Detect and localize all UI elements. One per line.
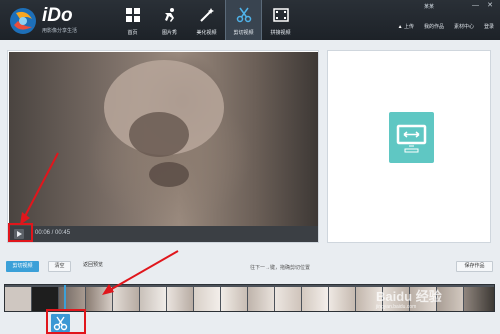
watermark-main: Baidu 经验	[376, 289, 442, 304]
brand-tagline: 用影像分享生活	[42, 28, 78, 34]
baidu-watermark: Baidu 经验 jingyan.baidu.com	[376, 286, 442, 310]
film-frame[interactable]	[59, 287, 85, 311]
brand-name: iDo	[42, 5, 73, 26]
clear-button[interactable]: 清空	[48, 261, 71, 272]
nav-label: 图片秀	[161, 30, 177, 36]
back-preview-button[interactable]: 返回预览	[78, 261, 108, 272]
annotation-box-play	[8, 223, 33, 242]
my-works-link[interactable]: 我的作品	[424, 23, 444, 30]
upload-icon: ▲	[397, 24, 403, 30]
scissors-icon	[236, 7, 251, 23]
nav-photo-show[interactable]: 图片秀	[151, 0, 188, 40]
login-link[interactable]: 登录	[484, 23, 494, 30]
film-icon	[272, 8, 289, 22]
upload-link[interactable]: ▲ 上传	[398, 23, 414, 30]
video-eye-shape	[129, 112, 189, 157]
main-nav: 首页 图片秀 美化视频 剪切视频 拼接视频	[114, 0, 299, 40]
close-button[interactable]: ✕	[487, 2, 493, 9]
save-works-button[interactable]: 保存作品	[456, 261, 493, 272]
output-placeholder	[389, 112, 434, 163]
film-frame[interactable]	[329, 287, 355, 311]
nav-cut-video[interactable]: 剪切视频	[225, 0, 262, 40]
film-frame[interactable]	[140, 287, 166, 311]
film-frame[interactable]	[5, 287, 31, 311]
watermark-sub: jingyan.baidu.com	[376, 304, 417, 310]
film-frame[interactable]	[32, 287, 58, 311]
username[interactable]: 某某	[424, 3, 434, 10]
film-frame[interactable]	[194, 287, 220, 311]
grid-icon	[125, 8, 140, 22]
nav-label: 首页	[127, 30, 138, 36]
video-mouth-shape	[149, 162, 189, 187]
magic-wand-icon	[199, 8, 214, 22]
material-center-link[interactable]: 素材中心	[454, 23, 474, 30]
tv-icon	[396, 124, 427, 153]
film-frame[interactable]	[167, 287, 193, 311]
film-frame[interactable]	[221, 287, 247, 311]
top-links: ▲ 上传 我的作品 素材中心 登录	[398, 23, 494, 30]
film-frame[interactable]	[464, 287, 494, 311]
film-frame[interactable]	[113, 287, 139, 311]
upload-label: 上传	[403, 24, 414, 30]
preview-panel: 00:06 / 00:45	[7, 50, 319, 243]
nav-label: 美化视频	[196, 30, 217, 36]
nav-home[interactable]: 首页	[114, 0, 151, 40]
film-frame[interactable]	[248, 287, 274, 311]
output-panel	[327, 50, 491, 243]
minimize-button[interactable]: —	[472, 2, 479, 9]
annotation-box-scissor	[46, 309, 86, 334]
title-bar: iDo 用影像分享生活 首页 图片秀 美化视频 剪切视频 拼接视频 某某 — ✕…	[0, 0, 500, 40]
ido-logo	[10, 8, 36, 34]
player-controls: 00:06 / 00:45	[9, 226, 318, 242]
nav-label: 拼接视频	[270, 30, 291, 36]
timecode: 00:06 / 00:45	[35, 230, 71, 236]
film-frame[interactable]	[86, 287, 112, 311]
cut-marker[interactable]	[64, 285, 66, 311]
video-preview[interactable]	[9, 52, 318, 226]
film-frame[interactable]	[302, 287, 328, 311]
nav-beautify-video[interactable]: 美化视频	[188, 0, 225, 40]
film-frame[interactable]	[275, 287, 301, 311]
nav-label: 剪切视频	[233, 30, 254, 36]
cut-video-button[interactable]: 剪切视频	[6, 261, 39, 272]
cut-hint: 往下一→键，拖确剪切位置	[250, 265, 311, 271]
figure-icon	[164, 8, 174, 22]
nav-join-video[interactable]: 拼接视频	[262, 0, 299, 40]
edit-toolbar: 剪切视频 清空 返回预览 往下一→键，拖确剪切位置 保存作品	[0, 258, 500, 276]
